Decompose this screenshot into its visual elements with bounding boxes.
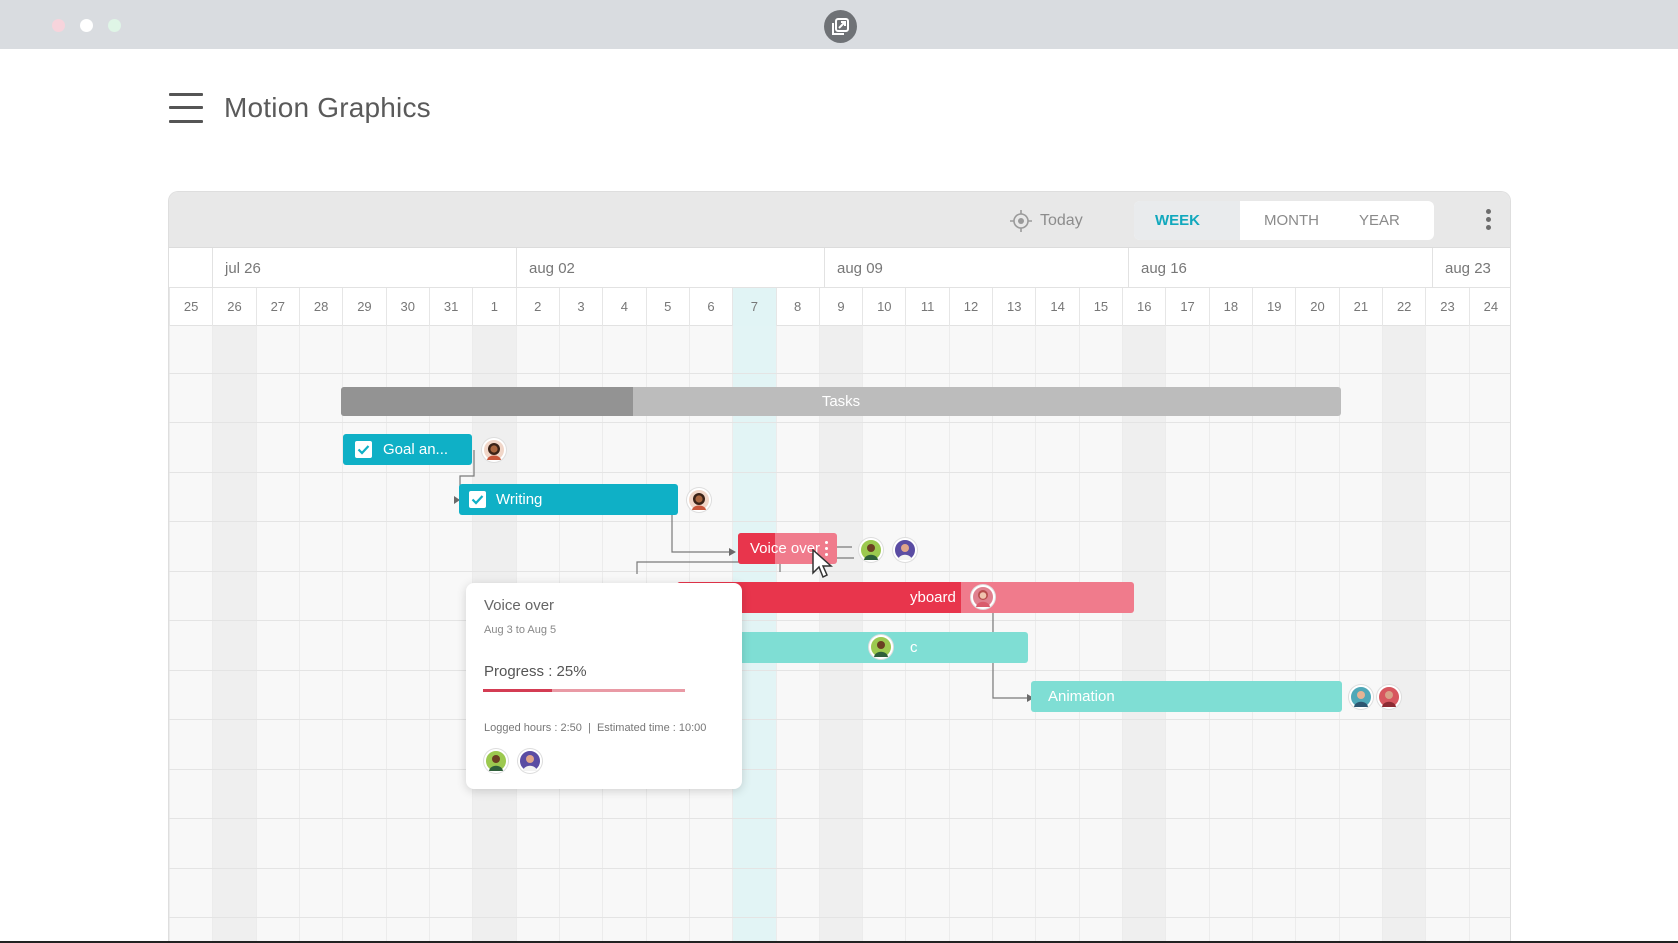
tooltip-dates: Aug 3 to Aug 5	[484, 624, 557, 636]
task-label: yboard	[910, 589, 956, 606]
gantt-chart: Today WEEK MONTH YEAR jul 26 aug 02 aug …	[168, 191, 1511, 943]
task-group-bar[interactable]: Tasks	[341, 387, 1341, 416]
page-title: Motion Graphics	[224, 92, 431, 123]
maximize-window-button[interactable]	[108, 19, 121, 32]
avatar[interactable]	[869, 635, 893, 659]
task-bar-writing[interactable]: Writing	[459, 484, 678, 515]
avatar[interactable]	[687, 488, 711, 512]
menu-hamburger-icon[interactable]	[169, 93, 203, 123]
task-label: Voice over	[750, 540, 821, 557]
task-bar-goal[interactable]: Goal an...	[343, 434, 472, 465]
avatar[interactable]	[482, 438, 506, 462]
avatar[interactable]	[971, 585, 995, 609]
tooltip-title: Voice over	[484, 597, 555, 614]
progress-bar-fill	[483, 689, 552, 692]
progress-bar	[483, 689, 685, 692]
task-tooltip: Voice over Aug 3 to Aug 5 Progress : 25%…	[466, 583, 742, 789]
checkbox-checked-icon[interactable]	[355, 441, 372, 458]
mouse-cursor-icon	[812, 549, 833, 579]
avatar[interactable]	[859, 538, 883, 562]
task-label: Goal an...	[383, 441, 449, 458]
task-bar-animation[interactable]: Animation	[1031, 681, 1342, 712]
close-window-button[interactable]	[52, 19, 65, 32]
minimize-window-button[interactable]	[80, 19, 93, 32]
tooltip-progress-label: Progress : 25%	[484, 663, 587, 680]
task-label: Animation	[1048, 688, 1115, 705]
avatar[interactable]	[484, 749, 508, 773]
pop-out-window-icon[interactable]	[824, 10, 857, 43]
task-bar-storyboard[interactable]: yboard	[677, 582, 1134, 613]
task-group-label: Tasks	[821, 393, 861, 410]
avatar[interactable]	[518, 749, 542, 773]
dependency-lines	[454, 450, 1034, 702]
avatar[interactable]	[1377, 685, 1401, 709]
avatar[interactable]	[1349, 685, 1373, 709]
tooltip-hours: Logged hours : 2:50 | Estimated time : 1…	[484, 722, 707, 734]
task-label: Writing	[496, 491, 543, 508]
checkbox-checked-icon[interactable]	[469, 491, 486, 508]
avatar[interactable]	[893, 538, 917, 562]
task-label: c	[910, 639, 918, 656]
window-titlebar	[0, 0, 1678, 49]
